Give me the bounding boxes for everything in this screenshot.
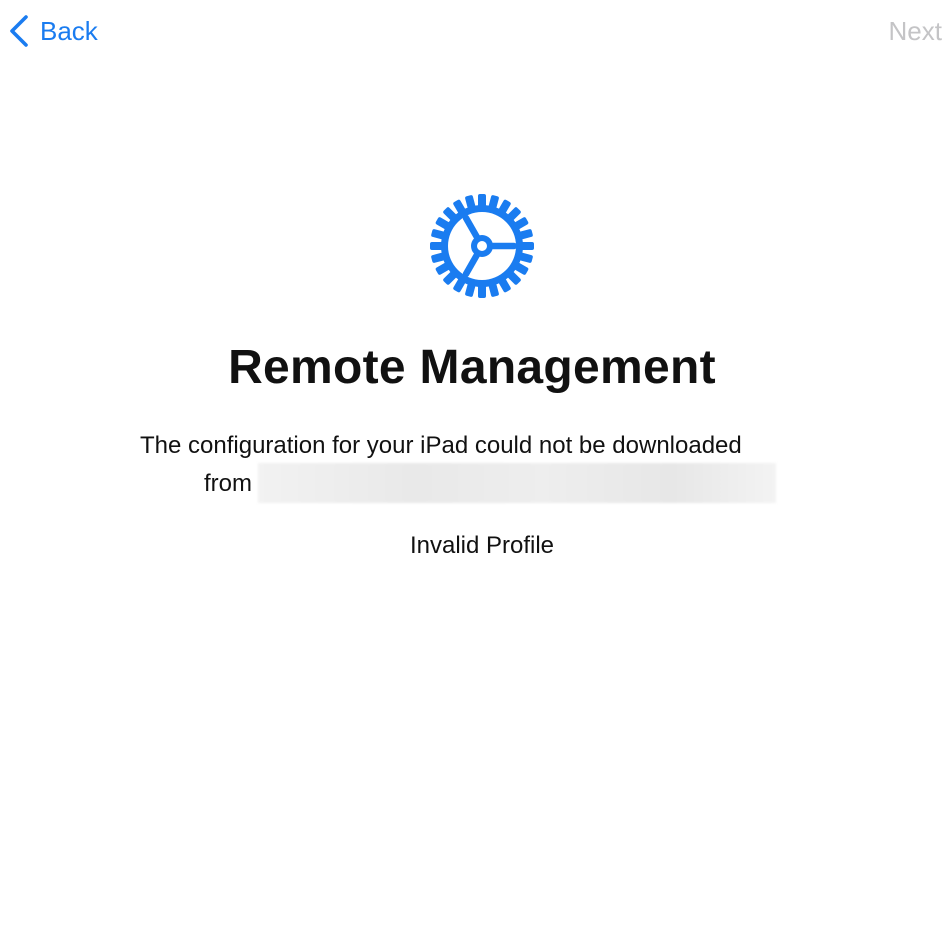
gear-icon	[430, 194, 534, 298]
back-button-label: Back	[40, 15, 98, 46]
message-line-2: from	[140, 463, 840, 503]
message-line-1: The configuration for your iPad could no…	[140, 432, 742, 459]
next-button[interactable]: Next	[889, 14, 942, 48]
next-button-label: Next	[888, 15, 942, 46]
error-detail: Invalid Profile	[409, 532, 555, 559]
redacted-server-url	[258, 463, 776, 503]
message-from-label: from	[204, 469, 252, 497]
page-title: Remote Management	[228, 341, 716, 394]
navigation-bar: Back Next	[0, 0, 944, 62]
error-message: The configuration for your iPad could no…	[140, 428, 840, 503]
back-button[interactable]: Back	[8, 14, 98, 48]
chevron-left-icon	[10, 15, 28, 47]
